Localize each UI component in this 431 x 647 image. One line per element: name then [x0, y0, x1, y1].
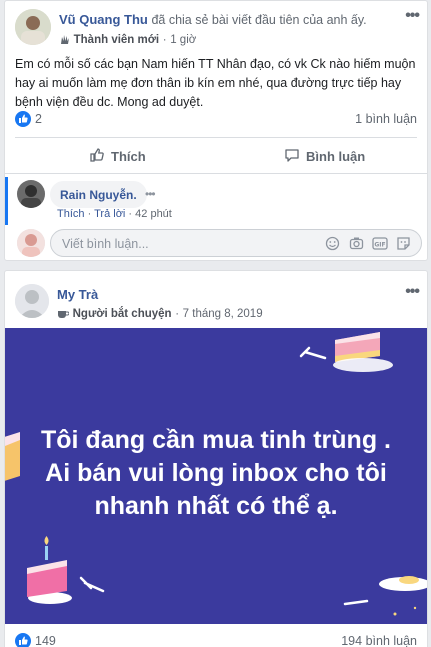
divider [15, 137, 417, 138]
meta-separator: · [175, 308, 180, 320]
comment-time[interactable]: 42 phút [135, 208, 172, 220]
member-badge[interactable]: Thành viên mới [74, 34, 160, 46]
comment-reply-link[interactable]: Trả lời [94, 208, 125, 220]
coffee-icon [57, 307, 70, 322]
sticker-icon[interactable] [396, 236, 411, 254]
post-card-2: My Trà Người bắt chuyện · 7 tháng 8, 201… [4, 270, 428, 647]
gif-icon[interactable]: GIF [372, 236, 388, 254]
composer-placeholder: Viết bình luận... [62, 237, 149, 251]
author-avatar[interactable] [15, 284, 49, 318]
post-body: Em có mỗi số các bạn Nam hiến TT Nhân đạ… [15, 57, 416, 109]
commenter-name[interactable]: Rain Nguyễn. [60, 188, 137, 202]
action-separator: · [128, 208, 133, 220]
more-options-icon[interactable]: ••• [405, 7, 420, 25]
comment-composer[interactable]: Viết bình luận... GIF [50, 229, 422, 257]
comment-label: Bình luận [306, 149, 366, 164]
more-options-icon[interactable]: ••• [405, 283, 420, 301]
author-name[interactable]: My Trà [57, 287, 98, 302]
post-date[interactable]: 7 tháng 8, 2019 [183, 308, 263, 320]
comments-count[interactable]: 1 bình luận [355, 112, 417, 126]
author-avatar[interactable] [15, 9, 51, 45]
like-reaction-icon[interactable] [15, 111, 31, 127]
svg-text:GIF: GIF [374, 242, 385, 249]
like-label: Thích [111, 149, 146, 164]
post-meta: Người bắt chuyện · 7 tháng 8, 2019 [57, 305, 263, 322]
emoji-icon[interactable] [325, 236, 340, 254]
like-reaction-icon[interactable] [15, 633, 31, 647]
reactions-count[interactable]: 2 [35, 112, 42, 126]
image-text: Tôi đang cần mua tinh trùng . Ai bán vui… [41, 426, 391, 520]
action-separator: · [87, 208, 92, 220]
comment-like-link[interactable]: Thích [57, 208, 85, 220]
comments-count[interactable]: 194 bình luận [341, 634, 417, 647]
camera-icon[interactable] [349, 236, 364, 254]
my-avatar [17, 229, 45, 257]
commenter-photo-icon [17, 180, 45, 208]
comment-more-icon[interactable]: ••• [145, 187, 156, 201]
comment-button[interactable]: Bình luận [284, 147, 365, 166]
meta-separator: · [162, 34, 167, 46]
comment-bubble-icon [284, 147, 300, 166]
comment-thread-line [5, 177, 8, 225]
author-action: đã chia sẻ bài viết đầu tiên của anh ấy. [151, 13, 367, 27]
post-header: Vũ Quang Thu đã chia sẻ bài viết đầu tiê… [59, 12, 367, 27]
reactions-count[interactable]: 149 [35, 634, 56, 647]
avatar-photo-icon [15, 9, 51, 45]
post-card-1: Vũ Quang Thu đã chia sẻ bài viết đầu tiê… [4, 0, 428, 261]
like-button[interactable]: Thích [89, 147, 146, 166]
text-image[interactable]: Tôi đang cần mua tinh trùng . Ai bán vui… [5, 328, 427, 624]
divider [5, 173, 427, 174]
my-photo-icon [17, 229, 45, 257]
post-time[interactable]: 1 giờ [170, 34, 196, 46]
wave-hand-icon [59, 33, 70, 48]
commenter-avatar[interactable] [17, 180, 45, 208]
comment-bubble: Rain Nguyễn. [50, 181, 147, 208]
comment-actions: Thích · Trả lời · 42 phút [57, 208, 172, 220]
author-name[interactable]: Vũ Quang Thu [59, 12, 148, 27]
conversation-starter-badge[interactable]: Người bắt chuyện [73, 308, 172, 320]
thumbs-up-icon [89, 147, 105, 166]
default-avatar-icon [15, 284, 49, 318]
post-meta: Thành viên mới · 1 giờ [59, 31, 196, 48]
